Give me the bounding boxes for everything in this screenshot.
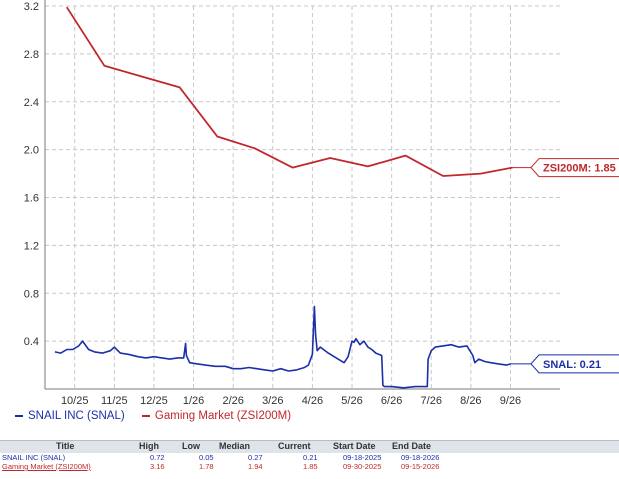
header-low: Low — [182, 441, 200, 451]
x-tick-label: 10/25 — [61, 395, 89, 405]
y-tick-label: 3.2 — [24, 1, 39, 13]
y-tick-label: 2.0 — [24, 145, 39, 157]
x-tick-label: 4/26 — [302, 395, 323, 405]
header-title: Title — [56, 441, 75, 451]
table-row-gaming-market: Gaming Market (ZSI200M) 3.16 1.78 1.94 1… — [0, 462, 619, 471]
y-tick-label: 0.4 — [24, 336, 39, 348]
cell-current: 0.21 — [303, 453, 318, 462]
header-start-date: Start Date — [333, 441, 376, 451]
y-axis-ticks: 3.2 2.8 2.4 2.0 1.6 1.2 0.8 0.4 — [24, 1, 39, 348]
legend-item-gaming-market: Gaming Market (ZSI200M) — [141, 410, 292, 422]
legend-label-gaming-market: Gaming Market (ZSI200M) — [154, 410, 292, 422]
gridlines — [45, 5, 560, 389]
y-tick-label: 1.6 — [24, 193, 39, 205]
x-tick-label: 6/26 — [381, 395, 402, 405]
cell-end-date: 09-15-2026 — [401, 462, 440, 471]
cell-start-date: 09-30-2025 — [343, 462, 382, 471]
plot-frame — [44, 0, 560, 390]
series-end-labels: SNAL: 0.21 ZSI200M: 1.85 — [510, 158, 619, 374]
series-line-gaming-market — [66, 6, 513, 177]
x-tick-label: 7/26 — [421, 395, 442, 405]
x-tick-label: 2/26 — [222, 395, 243, 405]
legend-item-snail: SNAIL INC (SNAL) — [15, 410, 125, 422]
legend: SNAIL INC (SNAL) Gaming Market (ZSI200M) — [15, 408, 305, 422]
end-label-gaming-market: ZSI200M: 1.85 — [530, 158, 619, 178]
cell-high: 3.16 — [150, 462, 165, 471]
end-label-text: ZSI200M: 1.85 — [543, 163, 616, 175]
header-current: Current — [278, 441, 311, 451]
cell-low: 1.78 — [199, 462, 214, 471]
end-label-text: SNAL: 0.21 — [543, 359, 601, 371]
cell-start-date: 09-18-2025 — [343, 453, 382, 462]
x-tick-label: 11/25 — [101, 395, 128, 405]
x-tick-label: 9/26 — [500, 395, 521, 405]
stats-header-row: Title High Low Median Current Start Date… — [0, 440, 619, 453]
y-tick-label: 2.8 — [24, 49, 39, 61]
stats-table: Title High Low Median Current Start Date… — [0, 440, 619, 479]
legend-swatch-gaming-market — [141, 415, 150, 417]
legend-swatch-snail — [15, 415, 23, 417]
y-tick-label: 2.4 — [24, 97, 39, 109]
y-tick-label: 1.2 — [24, 240, 39, 252]
header-high: High — [139, 441, 159, 451]
x-tick-label: 8/26 — [460, 395, 481, 405]
cell-low: 0.05 — [199, 453, 214, 462]
cell-current: 1.85 — [303, 462, 318, 471]
x-tick-label: 12/25 — [140, 395, 168, 405]
series-line-snail — [54, 305, 511, 389]
legend-label-snail: SNAIL INC (SNAL) — [28, 410, 125, 422]
cell-title: Gaming Market (ZSI200M) — [2, 462, 91, 471]
cell-median: 1.94 — [248, 462, 263, 471]
header-median: Median — [219, 441, 251, 451]
cell-median: 0.27 — [248, 453, 263, 462]
cell-end-date: 09-18-2026 — [401, 453, 440, 462]
table-row-snail: SNAIL INC (SNAL) 0.72 0.05 0.27 0.21 09-… — [0, 453, 619, 462]
x-axis-ticks: 10/25 11/25 12/25 1/26 2/26 3/26 4/26 5/26 6/26 7… — [61, 395, 521, 405]
line-chart: 3.2 2.8 2.4 2.0 1.6 1.2 0.8 0.4 10/25 11/25 12/25… — [24, 0, 619, 405]
header-end-date: End Date — [392, 441, 432, 451]
cell-high: 0.72 — [150, 453, 165, 462]
y-tick-label: 0.8 — [24, 288, 39, 300]
cell-title: SNAIL INC (SNAL) — [2, 453, 66, 462]
x-tick-label: 5/26 — [341, 395, 362, 405]
end-label-snail: SNAL: 0.21 — [530, 354, 619, 374]
x-tick-label: 3/26 — [262, 395, 283, 405]
x-tick-label: 1/26 — [183, 395, 204, 405]
